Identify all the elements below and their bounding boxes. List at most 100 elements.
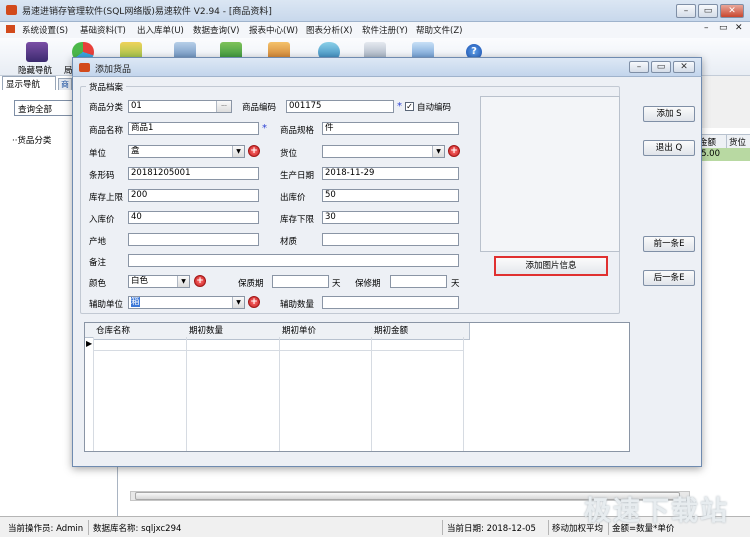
product-image-area[interactable] bbox=[480, 96, 620, 252]
prod-date-input[interactable]: 2018-11-29 bbox=[322, 167, 459, 180]
auto-code-label: 自动编码 bbox=[417, 103, 452, 113]
tab-product[interactable]: 商 bbox=[58, 78, 72, 90]
unit-select[interactable]: 盒 ▼ bbox=[128, 145, 245, 158]
out-price-input[interactable]: 50 bbox=[322, 189, 459, 202]
mdi-restore-button[interactable]: ▭ bbox=[719, 23, 728, 33]
chevron-down-icon[interactable]: ▼ bbox=[232, 297, 244, 308]
location-label: 货位 bbox=[280, 149, 298, 159]
add-image-button[interactable]: 添加图片信息 bbox=[494, 256, 608, 276]
maximize-button[interactable]: ▭ bbox=[698, 4, 718, 18]
chevron-down-icon[interactable]: ▼ bbox=[432, 146, 444, 157]
chevron-down-icon[interactable]: ▼ bbox=[232, 146, 244, 157]
barcode-input[interactable]: 20181205001 bbox=[128, 167, 259, 180]
category-input[interactable]: 01 ··· bbox=[128, 100, 232, 113]
stock-min-input[interactable]: 30 bbox=[322, 211, 459, 224]
menu-data-query[interactable]: 数据查询(V) bbox=[193, 24, 239, 36]
menu-system[interactable]: 系统设置(S) bbox=[22, 24, 68, 36]
grid-divider bbox=[186, 337, 187, 451]
mdi-minimize-button[interactable]: – bbox=[704, 23, 709, 33]
auto-code-checkbox[interactable]: ✓ bbox=[405, 102, 414, 111]
grid-divider bbox=[463, 337, 464, 451]
name-input[interactable]: 商品1 bbox=[128, 122, 259, 135]
warehouse-header-amount[interactable]: 期初金额 bbox=[371, 323, 470, 340]
color-select[interactable]: 白色 ▼ bbox=[128, 275, 190, 288]
stock-max-input[interactable]: 200 bbox=[128, 189, 259, 202]
aux-unit-add-icon[interactable]: + bbox=[248, 296, 260, 308]
color-add-icon[interactable]: + bbox=[194, 275, 206, 287]
section-title: 货品档案 bbox=[86, 81, 127, 93]
unit-add-icon[interactable]: + bbox=[248, 145, 260, 157]
main-title-bar: 易速进销存管理软件(SQL网络版)易速软件 V2.94 - [商品资料] – ▭… bbox=[0, 0, 750, 22]
stock-min-label: 库存下限 bbox=[280, 215, 315, 225]
dialog-close-button[interactable]: ✕ bbox=[673, 61, 695, 73]
toolbar-hide-nav-label: 隐藏导航 bbox=[18, 66, 53, 76]
code-label: 商品编码 bbox=[242, 103, 277, 113]
shelf-life-input[interactable] bbox=[272, 275, 329, 288]
prev-record-button[interactable]: 前一条E bbox=[643, 236, 695, 252]
warehouse-header-name[interactable]: 仓库名称 bbox=[93, 323, 193, 340]
required-marker: * bbox=[397, 101, 402, 112]
material-label: 材质 bbox=[280, 237, 298, 247]
warranty-label: 保修期 bbox=[355, 279, 381, 289]
row-pointer-icon: ▶ bbox=[86, 339, 93, 348]
status-database: 数据库名称: sqljxc294 bbox=[93, 524, 182, 534]
menu-app-icon bbox=[6, 25, 15, 33]
query-all-button[interactable]: 查询全部 bbox=[14, 100, 76, 116]
status-separator bbox=[88, 520, 89, 535]
warehouse-header-qty[interactable]: 期初数量 bbox=[186, 323, 286, 340]
warranty-unit: 天 bbox=[451, 279, 460, 289]
unit-label: 单位 bbox=[89, 149, 107, 159]
warehouse-grid bbox=[84, 322, 630, 452]
aux-unit-value: 箱 bbox=[131, 297, 140, 307]
spec-label: 商品规格 bbox=[280, 126, 315, 136]
color-value: 白色 bbox=[131, 276, 149, 286]
minimize-button[interactable]: – bbox=[676, 4, 696, 18]
category-browse-button[interactable]: ··· bbox=[216, 101, 231, 112]
menu-chart-analysis[interactable]: 图表分析(X) bbox=[306, 24, 352, 36]
code-input[interactable]: 001175 bbox=[286, 100, 394, 113]
app-logo-icon bbox=[6, 5, 17, 15]
menu-help[interactable]: 帮助文件(Z) bbox=[416, 24, 462, 36]
aux-qty-input[interactable] bbox=[322, 296, 459, 309]
tree-item-label: 货品分类 bbox=[17, 136, 52, 146]
close-button[interactable]: ✕ bbox=[720, 4, 744, 18]
warranty-input[interactable] bbox=[390, 275, 447, 288]
dialog-logo-icon bbox=[79, 63, 90, 72]
hide-nav-icon[interactable] bbox=[26, 42, 48, 62]
menu-stock-orders[interactable]: 出入库单(U) bbox=[137, 24, 184, 36]
watermark: 极速下载站 bbox=[584, 496, 729, 527]
menu-report-center[interactable]: 报表中心(W) bbox=[249, 24, 298, 36]
warehouse-header-price[interactable]: 期初单价 bbox=[279, 323, 378, 340]
tab-show-nav[interactable]: 显示导航 bbox=[2, 76, 56, 90]
add-button[interactable]: 添加 S bbox=[643, 106, 695, 122]
next-record-button[interactable]: 后一条E bbox=[643, 270, 695, 286]
tree-item-category[interactable]: ··货品分类 bbox=[12, 134, 51, 146]
dialog-minimize-button[interactable]: – bbox=[629, 61, 649, 73]
spec-input[interactable]: 件 bbox=[322, 122, 459, 135]
shelf-life-unit: 天 bbox=[332, 279, 341, 289]
shelf-life-label: 保质期 bbox=[238, 279, 264, 289]
grid-selected-row[interactable]: -5.00 bbox=[696, 148, 750, 161]
exit-button[interactable]: 退出 Q bbox=[643, 140, 695, 156]
in-price-input[interactable]: 40 bbox=[128, 211, 259, 224]
aux-qty-label: 辅助数量 bbox=[280, 300, 315, 310]
dialog-title: 添加货品 bbox=[95, 65, 132, 75]
in-price-label: 入库价 bbox=[89, 215, 115, 225]
mdi-close-button[interactable]: ✕ bbox=[735, 23, 743, 33]
menu-basic-data[interactable]: 基础资料(T) bbox=[80, 24, 126, 36]
menu-software-register[interactable]: 软件注册(Y) bbox=[362, 24, 408, 36]
dialog-title-bar: 添加货品 – ▭ ✕ bbox=[72, 57, 702, 77]
remark-input[interactable] bbox=[128, 254, 459, 267]
grid-divider bbox=[93, 337, 94, 451]
chevron-down-icon[interactable]: ▼ bbox=[177, 276, 189, 287]
out-price-label: 出库价 bbox=[280, 193, 306, 203]
location-add-icon[interactable]: + bbox=[448, 145, 460, 157]
color-label: 颜色 bbox=[89, 279, 107, 289]
aux-unit-select[interactable]: 箱 ▼ bbox=[128, 296, 245, 309]
category-label: 商品分类 bbox=[89, 103, 124, 113]
origin-input[interactable] bbox=[128, 233, 259, 246]
status-operator: 当前操作员: Admin bbox=[8, 524, 84, 534]
material-input[interactable] bbox=[322, 233, 459, 246]
location-select[interactable]: ▼ bbox=[322, 145, 445, 158]
dialog-maximize-button[interactable]: ▭ bbox=[651, 61, 671, 73]
